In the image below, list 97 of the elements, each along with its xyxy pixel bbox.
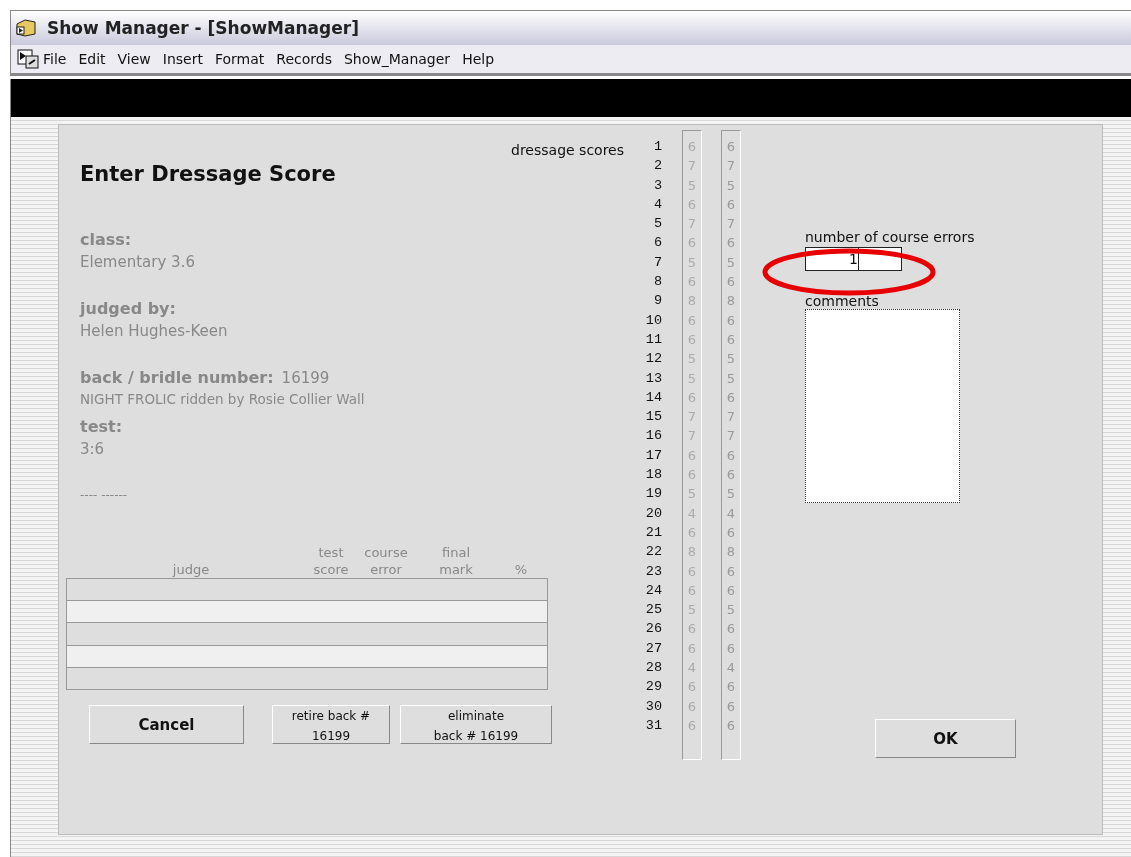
movement-number: 6 [652,234,662,253]
score-value: 5 [725,369,737,388]
field-label: class: [80,230,133,249]
ok-button[interactable]: OK [875,719,1016,758]
movement-number: 20 [644,504,662,523]
score-value: 6 [725,330,737,349]
field-label: judged by: [80,299,177,318]
field-label: number of course errors [805,229,976,245]
score-value: 6 [725,523,737,542]
movement-number: 5 [652,215,662,234]
menu-item[interactable]: View [113,49,159,69]
movement-number: 21 [644,523,662,542]
separator-text: ---- ------ [80,488,129,502]
score-value: 6 [725,273,737,292]
column-header: final mark [438,544,474,578]
movement-number: 18 [644,466,662,485]
column-header: test score [312,544,350,578]
score-value: 6 [725,138,737,156]
movement-number: 13 [644,369,662,388]
app-icon[interactable] [15,18,37,38]
menu-item[interactable]: Records [272,49,340,69]
score-value: 7 [725,427,737,446]
score-value: 5 [725,176,737,195]
menu-item[interactable]: Edit [74,49,114,69]
movement-number: 28 [644,659,662,677]
horse-rider-text: NIGHT FROLIC ridden by Rosie Collier Wall [80,391,366,407]
comments-field[interactable] [805,309,960,503]
menu-item[interactable]: Show_Manager [339,49,459,69]
column-header: % [513,561,529,578]
score-value: 5 [725,601,737,620]
movement-number: 1 [652,138,662,156]
movement-number: 26 [644,620,662,639]
scores-label: dressage scores [510,141,624,158]
menu-item[interactable]: Format [210,49,273,69]
movement-number: 2 [652,157,662,176]
dialog-heading: Enter Dressage Score [80,162,337,186]
score-value: 6 [725,388,737,407]
movement-number: 25 [644,601,662,620]
score-value: 7 [725,215,737,234]
movement-number: 10 [644,311,662,330]
score-value: 4 [725,504,737,523]
movement-number: 30 [644,697,662,716]
movement-number: 9 [652,292,662,311]
document-icon[interactable] [17,49,39,69]
field-label: test: [80,417,124,436]
score-value: 8 [725,292,737,311]
movement-number: 29 [644,678,662,697]
movement-number: 19 [644,485,662,504]
column-header: course error [363,544,409,578]
score-value: 6 [725,234,737,253]
field-label: comments [805,293,880,309]
movement-number: 7 [652,253,662,272]
score-value: 6 [725,697,737,716]
field-value: Elementary 3.6 [80,253,196,271]
field-label: back / bridle number: [80,368,274,387]
movement-number: 24 [644,581,662,600]
menu-item[interactable]: File [39,49,75,69]
score-value: 4 [725,659,737,677]
score-value: 6 [725,311,737,330]
score-value: 7 [725,408,737,427]
movement-number: 4 [652,195,662,214]
field-value: 3:6 [80,440,106,458]
score-value: 6 [725,466,737,485]
score-value: 6 [725,562,737,581]
movement-number: 12 [644,350,662,369]
column-header: judge [171,561,211,578]
score-value: 5 [725,350,737,369]
movement-number: 15 [644,408,662,427]
window-title: Show Manager - [ShowManager] [47,18,359,38]
action-button[interactable]: retire back # 16199 [272,705,390,744]
movement-number: 17 [644,446,662,465]
score-value: 6 [725,678,737,697]
movement-number: 14 [644,388,662,407]
score-value: 6 [725,639,737,658]
movement-number: 11 [644,330,662,349]
score-value: 6 [725,195,737,214]
score-value: 8 [725,543,737,562]
menu-item[interactable]: Insert [158,49,211,69]
score-value: 6 [725,716,737,735]
score-value: 7 [725,157,737,176]
movement-number: 23 [644,562,662,581]
movement-number: 22 [644,543,662,562]
movement-number: 27 [644,639,662,658]
movement-number: 31 [644,716,662,735]
menu-item[interactable]: Help [458,49,503,69]
cancel-button[interactable]: Cancel [89,705,244,744]
movement-number: 3 [652,176,662,195]
field-value: 16199 [281,369,330,387]
score-value: 6 [725,620,737,639]
movement-number: 16 [644,427,662,446]
field-value: Helen Hughes-Keen [80,322,229,340]
action-button[interactable]: eliminate back # 16199 [400,705,552,744]
score-value: 6 [725,581,737,600]
movement-number: 8 [652,273,662,292]
score-value: 5 [725,253,737,272]
score-value: 5 [725,485,737,504]
score-value: 6 [725,446,737,465]
